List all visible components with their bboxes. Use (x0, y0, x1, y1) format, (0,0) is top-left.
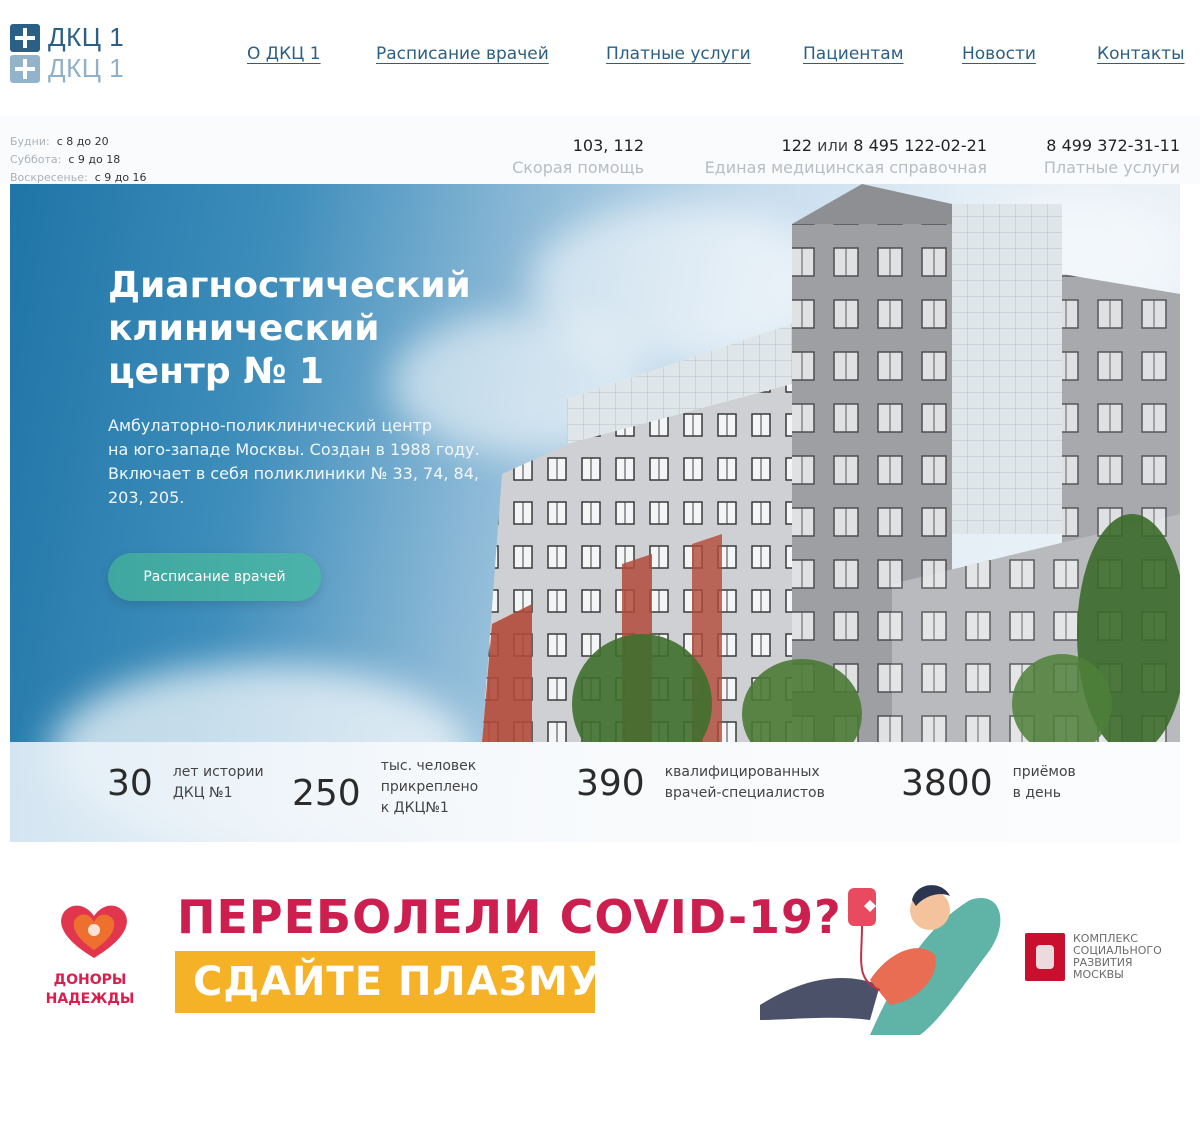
site-header: ДКЦ 1 ДКЦ 1 О ДКЦ 1 Расписание врачей Пл… (0, 0, 1200, 116)
heart-icon (61, 905, 127, 958)
stat-value: 390 (576, 762, 645, 804)
stat-years: 30 лет истории ДКЦ №1 (107, 762, 264, 804)
stat-value: 250 (292, 773, 361, 814)
stat-label: лет истории ДКЦ №1 (172, 764, 264, 801)
stat-label: приёмов в день (1012, 764, 1076, 801)
hours-label: Суббота: (10, 153, 62, 166)
phone-or: или (817, 136, 849, 155)
hero-description: Амбулаторно-поликлинический центр на юго… (108, 416, 480, 507)
phone-number[interactable]: 8 499 372-31-11 (1044, 136, 1180, 155)
moscow-social-complex-logo: КОМПЛЕКС СОЦИАЛЬНОГО РАЗВИТИЯ МОСКВЫ (1025, 933, 1162, 981)
stat-value: 3800 (901, 762, 993, 804)
stat-doctors: 390 квалифицированных врачей-специалисто… (576, 762, 825, 804)
donor-text-line: ДОНОРЫ (53, 972, 127, 988)
phone-caption: Платные услуги (1043, 158, 1180, 177)
hero-section: Диагностический клинический центр № 1 Ам… (10, 184, 1180, 842)
working-hours: Будни: с 8 до 20 Суббота: с 9 до 18 Воск… (10, 133, 147, 187)
phone-number[interactable]: 8 495 122-02-21 (853, 136, 987, 155)
stat-visits: 3800 приёмов в день (901, 762, 1076, 804)
plasma-donation-banner[interactable]: ДОНОРЫ НАДЕЖДЫ ПЕРЕБОЛЕЛИ COVID-19? СДАЙ… (0, 860, 1200, 1040)
donor-illustration (760, 885, 1001, 1035)
hero-title: Диагностический клинический центр № 1 (108, 265, 471, 392)
hours-label: Будни: (10, 135, 50, 148)
nav-patients[interactable]: Пациентам (803, 44, 904, 64)
hours-value: с 9 до 18 (68, 153, 121, 166)
phone-caption: Скорая помощь (512, 158, 644, 177)
nav-news[interactable]: Новости (962, 44, 1036, 64)
phone-paid: 8 499 372-31-11 Платные услуги (1044, 136, 1180, 177)
nav-paid-services[interactable]: Платные услуги (606, 44, 751, 64)
nav-about[interactable]: О ДКЦ 1 (247, 44, 321, 64)
main-nav: О ДКЦ 1 Расписание врачей Платные услуги… (0, 44, 1200, 68)
doctors-schedule-button[interactable]: Расписание врачей (108, 553, 321, 601)
stat-label: квалифицированных врачей-специалистов (664, 764, 825, 801)
donor-text-line: НАДЕЖДЫ (45, 991, 135, 1007)
phone-helpdesk: 122 или 8 495 122-02-21 Единая медицинск… (705, 136, 987, 177)
stat-attached: 250 тыс. человек прикреплено к ДКЦ№1 (292, 756, 478, 819)
hours-value: с 9 до 16 (94, 171, 147, 184)
banner-cta: СДАЙТЕ ПЛАЗМУ (175, 951, 600, 1013)
nav-doctors-schedule[interactable]: Расписание врачей (376, 44, 549, 64)
donors-of-hope-logo: ДОНОРЫ НАДЕЖДЫ (40, 900, 140, 1010)
phone-number[interactable]: 122 (782, 136, 813, 155)
nav-contacts[interactable]: Контакты (1097, 44, 1185, 64)
phone-emergency: 103, 112 Скорая помощь (512, 136, 644, 177)
phone-number[interactable]: 103, 112 (512, 136, 644, 155)
hours-label: Воскресенье: (10, 171, 88, 184)
phone-caption: Единая медицинская справочная (704, 158, 987, 177)
mos-text-line: МОСКВЫ (1073, 968, 1124, 981)
stat-value: 30 (107, 762, 153, 804)
hours-value: с 8 до 20 (56, 135, 109, 148)
moscow-crest-icon (1025, 933, 1065, 981)
stat-label: тыс. человек прикреплено к ДКЦ№1 (380, 758, 479, 816)
clinic-building-image (482, 184, 1180, 742)
info-strip: Будни: с 8 до 20 Суббота: с 9 до 18 Воск… (0, 116, 1200, 184)
